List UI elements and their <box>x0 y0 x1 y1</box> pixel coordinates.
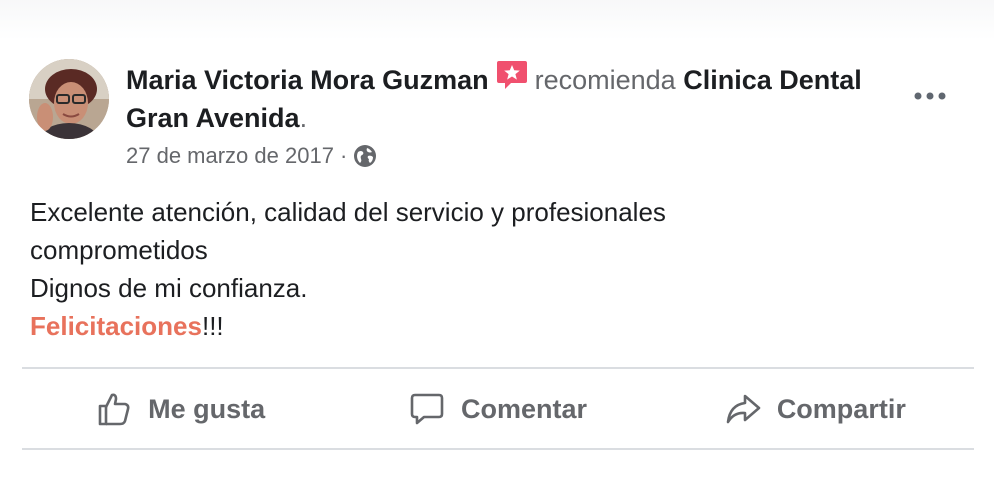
comment-label: Comentar <box>460 393 587 424</box>
recommend-star-icon <box>495 58 529 92</box>
header-period: . <box>299 103 308 133</box>
globe-icon[interactable] <box>353 144 377 168</box>
post-text-line: Felicitaciones!!! <box>30 307 930 345</box>
share-label: Compartir <box>776 393 906 424</box>
like-button[interactable]: Me gusta <box>22 372 339 446</box>
post-text-line: Excelente atención, calidad del servicio… <box>30 197 666 265</box>
top-shadow <box>0 0 994 40</box>
post-date[interactable]: 27 de marzo de 2017 <box>126 141 334 171</box>
divider-bottom <box>22 448 974 450</box>
action-bar: Me gusta Comentar Compartir <box>22 372 974 446</box>
share-button[interactable]: Compartir <box>657 372 974 446</box>
post-text-line: Dignos de mi confianza. <box>30 273 308 303</box>
thumbs-up-icon <box>98 393 130 426</box>
author-name[interactable]: Maria Victoria Mora Guzman <box>126 65 489 95</box>
post-header: Maria Victoria Mora Guzman recomienda Cl… <box>126 58 886 137</box>
avatar[interactable] <box>29 59 109 139</box>
post-meta: 27 de marzo de 2017 · <box>126 141 377 171</box>
post-body: Excelente atención, calidad del servicio… <box>30 193 930 345</box>
more-options-icon[interactable] <box>908 80 952 112</box>
share-arrow-icon <box>726 394 761 424</box>
meta-separator: · <box>339 143 348 168</box>
like-label: Me gusta <box>148 393 266 424</box>
highlight-link[interactable]: Felicitaciones <box>30 311 202 341</box>
hashtag-suffix: !!! <box>201 311 224 341</box>
divider-top <box>22 367 974 369</box>
comment-button[interactable]: Comentar <box>339 372 656 446</box>
post-card: Maria Victoria Mora Guzman recomienda Cl… <box>0 0 994 496</box>
comment-bubble-icon <box>410 393 444 425</box>
recommend-verb: recomienda <box>534 65 676 95</box>
